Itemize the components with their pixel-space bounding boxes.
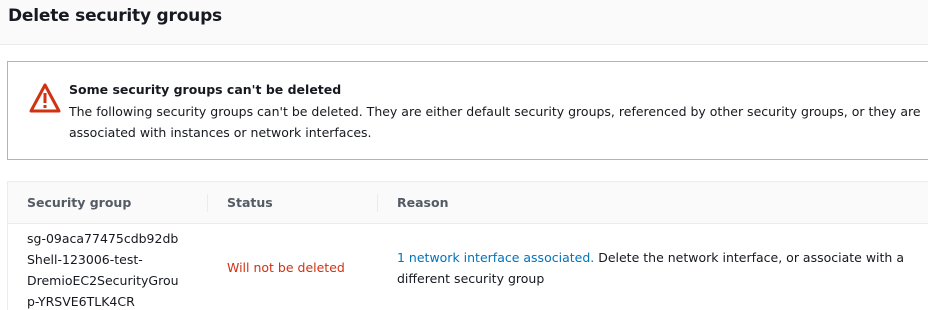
reason-text: different security group xyxy=(397,271,545,286)
reason-cell: 1 network interface associated. Delete t… xyxy=(397,247,928,289)
column-divider xyxy=(207,194,208,212)
security-groups-table: Security group Status Reason sg-09aca774… xyxy=(7,181,928,310)
security-group-name-line: Shell-123006-test- xyxy=(27,252,143,267)
column-header-reason[interactable]: Reason xyxy=(397,195,448,210)
reason-text: Delete the network interface, or associa… xyxy=(594,250,904,265)
warning-icon xyxy=(29,83,61,113)
status-text: Will not be deleted xyxy=(227,260,345,275)
modal-title: Delete security groups xyxy=(8,6,222,26)
alert-heading: Some security groups can't be deleted xyxy=(69,82,342,97)
error-alert: Some security groups can't be deleted Th… xyxy=(7,61,928,160)
network-interface-link[interactable]: 1 network interface associated. xyxy=(397,250,594,265)
table-header: Security group Status Reason xyxy=(8,182,928,224)
security-group-name-line: DremioEC2SecurityGrou xyxy=(27,273,179,288)
security-group-name: sg-09aca77475cdb92db Shell-123006-test- … xyxy=(27,228,197,310)
security-group-name-line: p-YRSVE6TLK4CR xyxy=(27,294,135,309)
alert-body: The following security groups can't be d… xyxy=(69,104,921,140)
modal-header: Delete security groups xyxy=(0,0,928,45)
column-header-security-group[interactable]: Security group xyxy=(27,195,131,210)
column-header-status[interactable]: Status xyxy=(227,195,273,210)
column-divider xyxy=(377,194,378,212)
security-group-name-line: sg-09aca77475cdb92db xyxy=(27,231,179,246)
